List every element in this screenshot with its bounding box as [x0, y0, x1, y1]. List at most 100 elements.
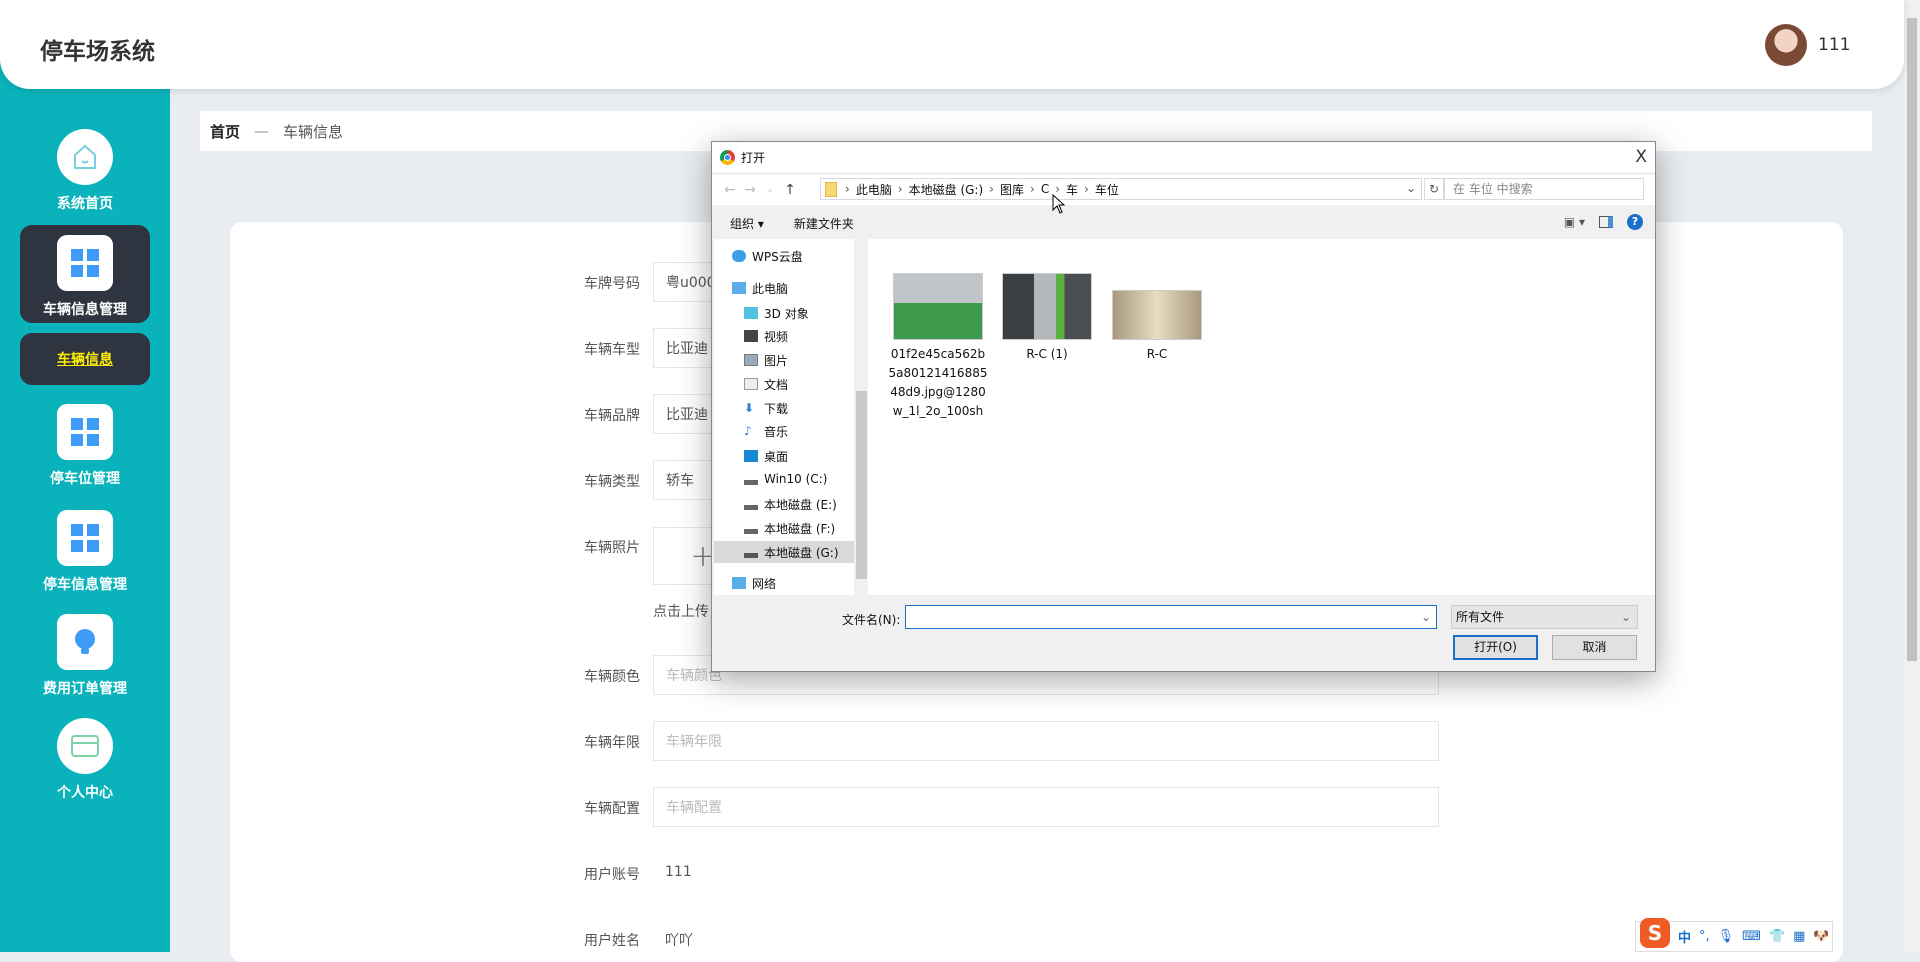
computer-icon: [732, 282, 746, 294]
refresh-icon[interactable]: ↻: [1424, 178, 1444, 200]
download-icon: ⬇: [744, 401, 755, 415]
cancel-button[interactable]: 取消: [1552, 635, 1637, 660]
sidebar-item-label: 停车信息管理: [43, 577, 127, 593]
filename-input[interactable]: ⌄: [905, 605, 1437, 629]
sidebar-item-parking-info[interactable]: 停车信息管理: [20, 510, 150, 594]
nav-item[interactable]: 此电脑: [732, 277, 870, 299]
sidebar-subitem-vehicle-info[interactable]: 车辆信息: [20, 333, 150, 385]
top-header: 停车场系统 111: [0, 0, 1904, 89]
ime-language[interactable]: 中: [1678, 927, 1691, 946]
breadcrumb-current: 车辆信息: [283, 122, 344, 141]
path-segment[interactable]: C: [1041, 182, 1049, 196]
sidebar: 系统首页 车辆信息管理 车辆信息 停车位管理 停车信息管理 费用订单管理 个人中…: [0, 60, 170, 952]
back-icon[interactable]: ←: [720, 182, 740, 198]
skin-icon[interactable]: 👕: [1769, 929, 1785, 944]
file-type-select[interactable]: 所有文件 ⌄: [1451, 605, 1638, 629]
username[interactable]: 111: [1818, 35, 1850, 55]
nav-scrollbar-thumb[interactable]: [856, 391, 867, 579]
years-label: 车辆年限: [584, 735, 640, 751]
address-bar[interactable]: › 此电脑 › 本地磁盘 (G:) › 图库 › C › 车 › 车位 ⌄: [820, 178, 1422, 200]
grid-icon: [57, 404, 113, 460]
path-segment[interactable]: 本地磁盘 (G:): [909, 181, 984, 198]
navigation-pane: WPS云盘 此电脑 3D 对象 视频 图片 文档 ⬇ 下载 ♪ 音乐 桌面 Win1…: [714, 239, 868, 595]
filename-label: 文件名(N):: [842, 613, 901, 627]
drive-icon: [744, 546, 758, 558]
open-button[interactable]: 打开(O): [1453, 635, 1538, 660]
chrome-icon: [720, 149, 735, 165]
path-segment[interactable]: 车位: [1095, 181, 1119, 198]
path-segment[interactable]: 图库: [1000, 181, 1024, 198]
breadcrumb-home[interactable]: 首页: [210, 121, 240, 142]
dialog-title: 打开: [741, 150, 766, 165]
color-label: 车辆颜色: [584, 669, 640, 685]
sidebar-item-label: 系统首页: [57, 196, 113, 212]
nav-item-selected[interactable]: 本地磁盘 (G:): [714, 541, 854, 563]
up-icon[interactable]: ↑: [780, 182, 800, 198]
name-label: 用户姓名: [584, 933, 640, 949]
mascot-icon[interactable]: 🐶: [1813, 929, 1829, 944]
photo-label: 车辆照片: [584, 540, 640, 556]
path-segment[interactable]: 车: [1066, 181, 1078, 198]
keyboard-icon[interactable]: ⌨: [1742, 929, 1761, 944]
new-folder-button[interactable]: 新建文件夹: [794, 215, 854, 232]
view-options-icon[interactable]: ▣ ▾: [1564, 215, 1585, 229]
file-name[interactable]: R-C (1): [997, 345, 1097, 364]
brand-label: 车辆品牌: [584, 408, 640, 424]
config-input[interactable]: 车辆配置: [653, 787, 1439, 827]
file-name[interactable]: R-C: [1107, 345, 1207, 364]
name-value: 吖吖: [665, 933, 693, 949]
path-segment[interactable]: 此电脑: [856, 181, 892, 198]
music-icon: ♪: [744, 424, 752, 438]
address-row: ← → ⌄ ↑ › 此电脑 › 本地磁盘 (G:) › 图库 › C › 车 › 车位 ⌄…: [712, 175, 1655, 205]
chevron-down-icon[interactable]: ⌄: [1421, 610, 1431, 624]
plate-label: 车牌号码: [584, 276, 640, 292]
forward-icon[interactable]: →: [740, 182, 760, 198]
dialog-titlebar: 打开 X: [712, 142, 1655, 172]
nav-item[interactable]: 网络: [732, 572, 870, 594]
help-icon[interactable]: ?: [1627, 214, 1643, 230]
drive-icon: [744, 522, 758, 534]
chevron-down-icon[interactable]: ⌄: [1406, 181, 1416, 195]
page-scrollbar-thumb[interactable]: [1907, 18, 1917, 661]
file-thumbnail[interactable]: [893, 273, 983, 340]
sidebar-item-label: 车辆信息管理: [43, 302, 127, 318]
desktop-icon: [744, 450, 758, 462]
sidebar-item-vehicle-management[interactable]: 车辆信息管理: [20, 225, 150, 323]
sidebar-item-parking-space[interactable]: 停车位管理: [20, 404, 150, 488]
search-input[interactable]: 在 车位 中搜索: [1444, 178, 1644, 200]
ime-toolbar[interactable]: S 中 °, 🎙 ⌨ 👕 ▦ 🐶: [1635, 917, 1833, 952]
sidebar-item-fee-orders[interactable]: 费用订单管理: [20, 614, 150, 698]
sidebar-item-profile[interactable]: 个人中心: [20, 718, 150, 802]
sidebar-item-label: 停车位管理: [50, 471, 120, 487]
nav-item[interactable]: WPS云盘: [732, 245, 870, 267]
app-title: 停车场系统: [40, 39, 155, 65]
years-input[interactable]: 车辆年限: [653, 721, 1439, 761]
file-thumbnail[interactable]: [1112, 290, 1202, 340]
recent-dropdown-icon[interactable]: ⌄: [760, 185, 780, 195]
3d-objects-icon: [744, 307, 758, 319]
windows-drive-icon: [744, 473, 758, 485]
microphone-icon[interactable]: 🎙: [1718, 929, 1735, 944]
chevron-down-icon: ⌄: [1620, 610, 1631, 624]
organize-button[interactable]: 组织 ▾: [730, 215, 764, 232]
ime-punctuation[interactable]: °,: [1699, 929, 1710, 944]
grid-icon: [57, 235, 113, 291]
breadcrumb-separator: —: [254, 122, 270, 140]
type-label: 车辆类型: [584, 474, 640, 490]
documents-icon: [744, 378, 758, 390]
sidebar-item-home[interactable]: 系统首页: [20, 129, 150, 213]
card-icon: [57, 718, 113, 774]
avatar[interactable]: [1765, 24, 1807, 66]
close-button[interactable]: X: [1635, 147, 1647, 167]
dialog-toolbar: 组织 ▾ 新建文件夹 ▣ ▾ ?: [712, 208, 1655, 238]
folder-icon: [825, 181, 837, 197]
file-open-dialog: 打开 X ← → ⌄ ↑ › 此电脑 › 本地磁盘 (G:) › 图库 › C › 车 ›…: [711, 141, 1656, 672]
toolbox-icon[interactable]: ▦: [1793, 929, 1805, 944]
file-thumbnail[interactable]: [1002, 273, 1092, 340]
video-icon: [744, 330, 758, 342]
file-name[interactable]: 01f2e45ca562b5a8012141688548d9.jpg@1280w…: [888, 345, 988, 421]
preview-pane-icon[interactable]: [1599, 216, 1613, 228]
upload-hint: 点击上传: [653, 604, 709, 620]
network-icon: [732, 577, 746, 589]
account-value: 111: [665, 864, 692, 880]
